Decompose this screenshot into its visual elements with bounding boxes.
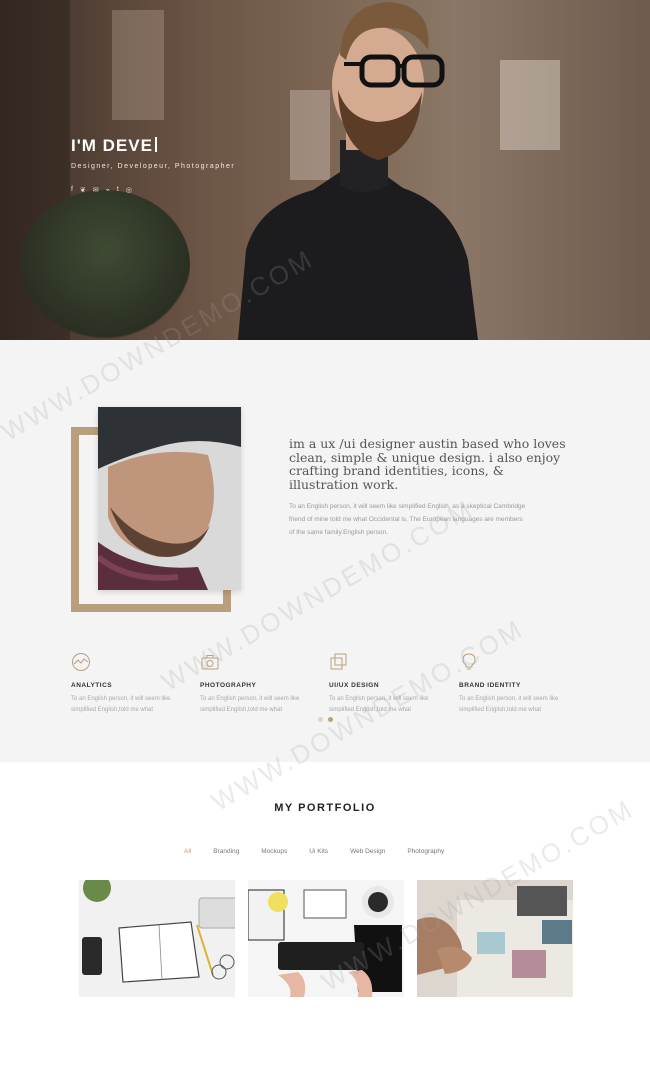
about-section: im a ux /ui designer austin based who lo…: [0, 340, 650, 762]
filter-photography[interactable]: Photography: [407, 848, 444, 855]
portfolio-item-notebook[interactable]: [79, 880, 235, 997]
filter-ui-kits[interactable]: Ui Kits: [309, 848, 328, 855]
service-title: UI/UX DESIGN: [329, 682, 380, 689]
camera-icon: [200, 652, 318, 674]
portfolio-section: MY PORTFOLIO All Branding Mockups Ui Kit…: [0, 762, 650, 1069]
analytics-icon: [71, 652, 189, 674]
service-photography: PHOTOGRAPHY To an English person, it wil…: [200, 652, 318, 716]
service-title: ANALYTICS: [71, 682, 113, 689]
portfolio-title: MY PORTFOLIO: [274, 802, 376, 814]
filter-mockups[interactable]: Mockups: [261, 848, 287, 855]
carousel-dots: [318, 717, 333, 722]
email-icon[interactable]: ✉: [93, 186, 99, 194]
instagram-icon[interactable]: ◎: [126, 186, 132, 194]
service-analytics: ANALYTICS To an English person, it will …: [71, 652, 189, 716]
hero-portrait: [238, 2, 478, 340]
hero-title: I'M DEVE: [71, 136, 157, 156]
carousel-dot[interactable]: [318, 717, 323, 722]
service-uiux: UI/UX DESIGN To an English person, it wi…: [329, 652, 447, 716]
service-desc: To an English person, it will seem like …: [459, 696, 559, 713]
filter-branding[interactable]: Branding: [213, 848, 239, 855]
filter-web-design[interactable]: Web Design: [350, 848, 385, 855]
hero-title-text: I'M DEVE: [71, 136, 153, 155]
hero-bg-window: [500, 60, 560, 150]
twitter-icon[interactable]: ❦: [80, 186, 86, 194]
service-brand: BRAND IDENTITY To an English person, it …: [459, 652, 577, 716]
service-desc: To an English person, it will seem like …: [329, 696, 429, 713]
hero-bg-tree: [20, 190, 190, 340]
layers-icon: [329, 652, 447, 674]
filter-all[interactable]: All: [184, 848, 191, 855]
hero-banner: I'M DEVE Designer, Developeur, Photograp…: [0, 0, 650, 340]
hero-subtitle: Designer, Developeur, Photographer: [71, 163, 236, 170]
service-desc: To an English person, it will seem like …: [200, 696, 300, 713]
carousel-dot-active[interactable]: [328, 717, 333, 722]
typing-cursor: [154, 137, 157, 152]
portfolio-item-sketching[interactable]: [417, 880, 573, 997]
portfolio-item-keyboard[interactable]: [248, 880, 404, 997]
facebook-icon[interactable]: f: [71, 186, 73, 194]
hero-bg-window: [112, 10, 164, 120]
portfolio-filters: All Branding Mockups Ui Kits Web Design …: [184, 848, 466, 855]
lightbulb-icon: [459, 652, 577, 674]
rss-icon[interactable]: ⌁: [106, 186, 110, 194]
service-desc: To an English person, it will seem like …: [71, 696, 171, 713]
about-photo: [98, 407, 241, 590]
service-title: PHOTOGRAPHY: [200, 682, 257, 689]
tumblr-icon[interactable]: t: [117, 186, 119, 194]
about-heading: im a ux /ui designer austin based who lo…: [289, 436, 566, 492]
social-links: f ❦ ✉ ⌁ t ◎: [71, 186, 132, 194]
service-title: BRAND IDENTITY: [459, 682, 521, 689]
about-text: To an English person, it will seem like …: [289, 503, 526, 536]
